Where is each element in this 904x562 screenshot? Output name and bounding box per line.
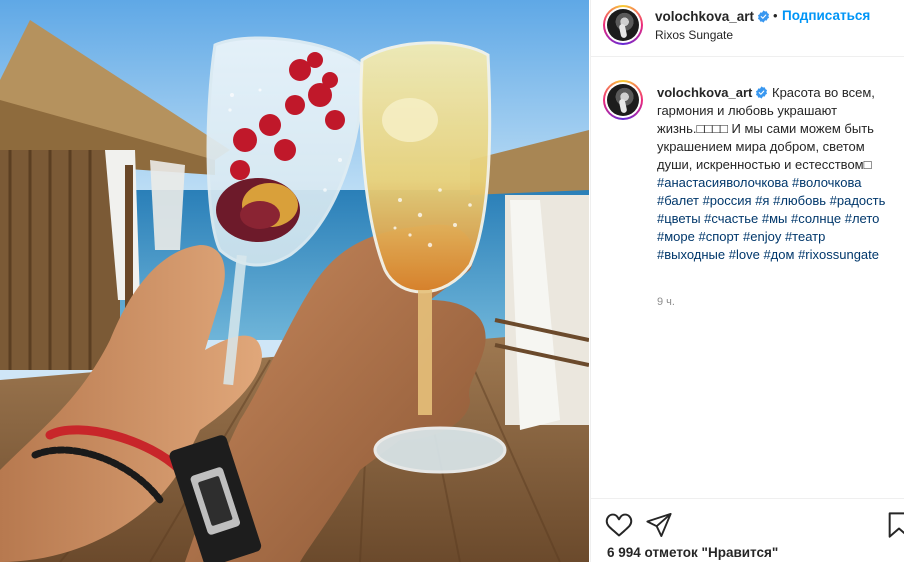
separator-dot: • (773, 8, 778, 23)
hashtag-link[interactable]: #enjoy (743, 229, 781, 244)
hashtag-link[interactable]: #балет (657, 193, 699, 208)
hashtag-link[interactable]: #любовь (773, 193, 826, 208)
verified-badge-icon (758, 10, 770, 23)
avatar-image (607, 84, 639, 116)
caption-emoji: □□□□ (696, 121, 728, 136)
hashtag-link[interactable]: #радость (830, 193, 886, 208)
caption-avatar[interactable] (603, 80, 643, 120)
hashtag-link[interactable]: #дом (763, 247, 794, 262)
post-header: volochkova_art • Подписаться Rixos Sunga… (591, 0, 904, 57)
avatar-image (607, 9, 639, 41)
hashtag-link[interactable]: #лето (845, 211, 880, 226)
post-timestamp[interactable]: 9 ч. (657, 296, 675, 308)
hashtag-link[interactable]: #цветы (657, 211, 701, 226)
caption-area: volochkova_art Красота во всем, гармония… (591, 58, 904, 498)
post-caption: volochkova_art Красота во всем, гармония… (657, 84, 893, 264)
location-link[interactable]: Rixos Sungate (655, 28, 733, 42)
like-count[interactable]: 6 994 отметок "Нравится" (607, 545, 778, 560)
post-photo[interactable] (0, 0, 589, 562)
bookmark-icon[interactable] (885, 511, 904, 539)
hashtag-link[interactable]: #rixossungate (798, 247, 879, 262)
heart-icon[interactable] (605, 511, 633, 539)
caption-username[interactable]: volochkova_art (657, 85, 768, 100)
hashtag-link[interactable]: #счастье (704, 211, 758, 226)
paper-plane-icon[interactable] (645, 511, 673, 539)
post-actions: 6 994 отметок "Нравится" (591, 498, 904, 562)
verified-badge-icon (756, 86, 768, 99)
hashtag-link[interactable]: #love (729, 247, 760, 262)
hashtag-link[interactable]: #спорт (698, 229, 739, 244)
username-text: volochkova_art (655, 9, 755, 24)
avatar[interactable] (603, 5, 643, 45)
hashtag-link[interactable]: #россия (703, 193, 752, 208)
hashtag-link[interactable]: #волочкова (792, 175, 861, 190)
hashtag-link[interactable]: #мы (762, 211, 788, 226)
hashtag-link[interactable]: #я (755, 193, 769, 208)
username-link[interactable]: volochkova_art (655, 9, 770, 24)
hashtag-link[interactable]: #анастасияволочкова (657, 175, 788, 190)
post-side-panel: volochkova_art • Подписаться Rixos Sunga… (590, 0, 904, 562)
follow-button[interactable]: Подписаться (782, 8, 870, 23)
caption-emoji: □ (863, 157, 872, 172)
photo-glasses-toast (0, 0, 589, 562)
hashtag-link[interactable]: #театр (785, 229, 825, 244)
hashtag-link[interactable]: #выходные (657, 247, 725, 262)
hashtag-link[interactable]: #солнце (791, 211, 841, 226)
hashtag-link[interactable]: #море (657, 229, 695, 244)
